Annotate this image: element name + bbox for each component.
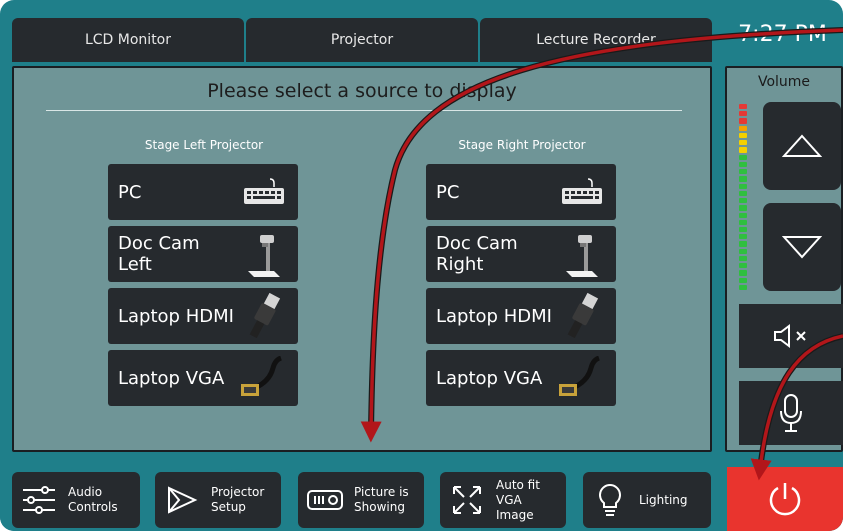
meter-segment — [739, 277, 747, 283]
sliders-icon — [20, 481, 58, 519]
page-title: Please select a source to display — [207, 80, 517, 102]
keyboard-icon — [554, 166, 610, 218]
tab-lecture-recorder[interactable]: Lecture Recorder — [480, 18, 712, 62]
meter-segment — [739, 198, 747, 204]
hdmi-cable-icon — [554, 290, 610, 342]
mute-button[interactable] — [739, 304, 843, 368]
tab-lcd-monitor[interactable]: LCD Monitor — [12, 18, 244, 62]
meter-segment — [739, 132, 747, 139]
power-button[interactable] — [727, 467, 843, 531]
right-doc-cam-button[interactable]: Doc Cam Right — [426, 226, 616, 282]
tab-projector[interactable]: Projector — [246, 18, 478, 62]
meter-segment — [739, 226, 747, 233]
button-label: Laptop HDMI — [118, 305, 234, 327]
hdmi-cable-icon — [236, 290, 292, 342]
meter-segment — [739, 125, 747, 131]
keyboard-icon — [236, 166, 292, 218]
volume-panel: Volume — [725, 66, 843, 452]
left-pc-button[interactable]: PC — [108, 164, 298, 220]
volume-meter — [739, 104, 747, 291]
meter-segment — [739, 154, 747, 160]
meter-segment — [739, 270, 747, 276]
meter-segment — [739, 169, 747, 175]
triangle-down-icon — [782, 236, 822, 259]
triangle-up-icon — [782, 134, 822, 157]
speaker-mute-icon — [774, 324, 806, 348]
tab-bar: LCD Monitor Projector Lecture Recorder — [12, 18, 712, 62]
button-label: Picture is Showing — [354, 485, 409, 514]
button-label: Projector Setup — [211, 485, 265, 514]
button-label: Doc Cam Left — [118, 233, 200, 275]
microphone-button[interactable] — [739, 381, 843, 445]
button-label: PC — [118, 181, 142, 203]
button-label: Lighting — [639, 492, 688, 507]
power-icon — [769, 483, 801, 516]
button-label: Laptop VGA — [436, 367, 543, 389]
meter-segment — [739, 190, 747, 197]
source-selection-panel: Please select a source to display Stage … — [12, 66, 712, 452]
meter-segment — [739, 140, 747, 146]
bottom-bar: Audio Controls Projector Setup Picture i… — [0, 460, 843, 531]
button-label: Doc Cam Right — [436, 233, 518, 275]
document-camera-icon — [236, 228, 292, 280]
button-label: Audio Controls — [68, 485, 118, 514]
projector-icon — [306, 481, 344, 519]
meter-segment — [739, 234, 747, 240]
right-pc-button[interactable]: PC — [426, 164, 616, 220]
meter-segment — [739, 219, 747, 225]
meter-segment — [739, 212, 747, 218]
meter-segment — [739, 284, 747, 291]
button-label: Laptop VGA — [118, 367, 225, 389]
meter-segment — [739, 111, 747, 117]
meter-segment — [739, 161, 747, 168]
left-laptop-vga-button[interactable]: Laptop VGA — [108, 350, 298, 406]
stage-left-projector-heading: Stage Left Projector — [144, 138, 264, 152]
auto-fit-vga-image-button[interactable]: Auto fit VGA Image — [440, 472, 566, 528]
button-label: PC — [436, 181, 460, 203]
meter-segment — [739, 263, 747, 269]
microphone-icon — [780, 394, 802, 432]
lightbulb-icon — [591, 481, 629, 519]
left-laptop-hdmi-button[interactable]: Laptop HDMI — [108, 288, 298, 344]
vga-cable-icon — [236, 352, 292, 404]
button-label: Auto fit VGA Image — [496, 477, 540, 522]
volume-down-button[interactable] — [763, 203, 841, 291]
document-camera-icon — [554, 228, 610, 280]
meter-segment — [739, 248, 747, 254]
lighting-button[interactable]: Lighting — [583, 472, 711, 528]
projector-setup-button[interactable]: Projector Setup — [155, 472, 281, 528]
control-panel: LCD Monitor Projector Lecture Recorder 7… — [0, 0, 843, 531]
stage-right-projector-heading: Stage Right Projector — [458, 138, 586, 152]
audio-controls-button[interactable]: Audio Controls — [12, 472, 140, 528]
volume-label: Volume — [757, 74, 811, 90]
meter-segment — [739, 183, 747, 189]
left-doc-cam-button[interactable]: Doc Cam Left — [108, 226, 298, 282]
meter-segment — [739, 241, 747, 247]
expand-arrows-icon — [448, 481, 486, 519]
meter-segment — [739, 147, 747, 153]
meter-segment — [739, 205, 747, 211]
meter-segment — [739, 255, 747, 262]
picture-is-showing-button[interactable]: Picture is Showing — [298, 472, 424, 528]
clock: 7:27 PM — [738, 22, 827, 47]
play-outline-icon — [163, 481, 201, 519]
title-divider — [46, 110, 682, 111]
right-laptop-vga-button[interactable]: Laptop VGA — [426, 350, 616, 406]
meter-segment — [739, 118, 747, 124]
volume-up-button[interactable] — [763, 102, 841, 190]
right-laptop-hdmi-button[interactable]: Laptop HDMI — [426, 288, 616, 344]
meter-segment — [739, 176, 747, 182]
button-label: Laptop HDMI — [436, 305, 552, 327]
meter-segment — [739, 104, 747, 110]
vga-cable-icon — [554, 352, 610, 404]
